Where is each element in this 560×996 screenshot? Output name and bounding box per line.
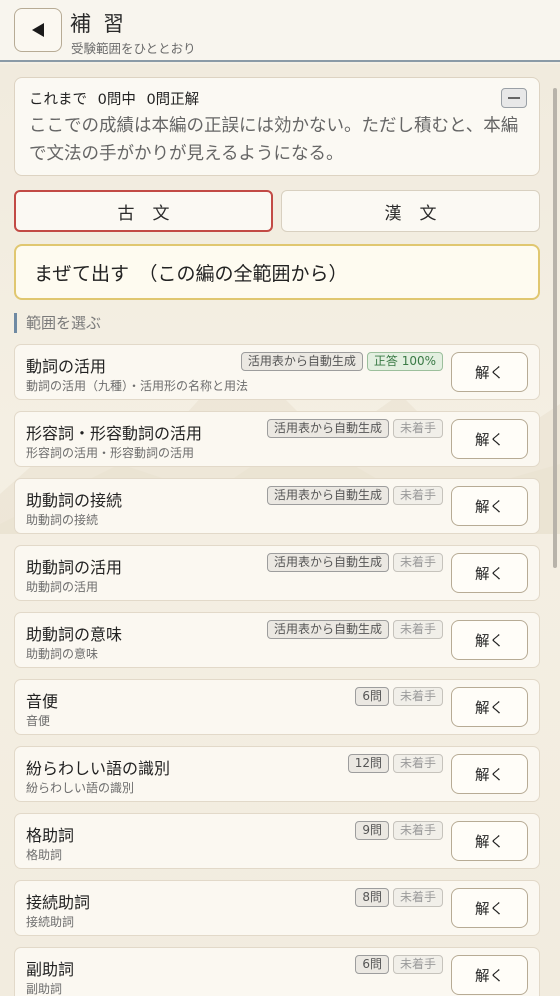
topic-title: 動詞の活用 [26, 357, 107, 376]
topic-row: 接続助詞 接続助詞 8問 未着手 解く [14, 880, 540, 936]
topic-row: 音便 音便 6問 未着手 解く [14, 679, 540, 735]
topic-description: 紛らわしい語の識別 [26, 781, 135, 795]
topic-description: 動詞の活用（九種）・活用形の名称と用法 [26, 379, 249, 393]
topic-badges: 9問 未着手 [355, 821, 443, 840]
status-badge: 未着手 [392, 955, 443, 974]
topic-description: 格助詞 [26, 848, 63, 862]
score-badge: 正答 100% [366, 352, 443, 371]
topic-row: 助動詞の活用 助動詞の活用 活用表から自動生成 未着手 解く [14, 545, 540, 601]
topic-badges: 6問 未着手 [355, 687, 443, 706]
info-badge: 9問 [355, 821, 389, 840]
status-badge: 未着手 [392, 754, 443, 773]
topic-title: 接続助詞 [26, 893, 91, 912]
topic-badges: 活用表から自動生成 正答 100% [240, 352, 443, 371]
solve-button[interactable]: 解く [451, 888, 528, 928]
topic-badges: 6問 未着手 [355, 955, 443, 974]
score-summary: これまで 0問中 0問正解 [29, 92, 200, 108]
status-badge: 未着手 [392, 687, 443, 706]
topic-row: 助動詞の接続 助動詞の接続 活用表から自動生成 未着手 解く [14, 478, 540, 534]
tab-kanbun[interactable]: 漢文 [281, 190, 540, 232]
back-arrow-icon [32, 23, 44, 37]
status-badge: 未着手 [392, 821, 443, 840]
info-badge: 8問 [355, 888, 389, 907]
topic-description: 形容詞の活用・形容動詞の活用 [26, 446, 195, 460]
topic-description: 接続助詞 [26, 915, 75, 929]
topic-row: 副助詞 副助詞 6問 未着手 解く [14, 947, 540, 996]
back-button[interactable] [14, 8, 62, 52]
topic-badges: 12問 未着手 [347, 754, 443, 773]
solve-button[interactable]: 解く [451, 821, 528, 861]
info-badge: 6問 [355, 687, 389, 706]
minus-icon [508, 97, 520, 99]
info-badge: 活用表から自動生成 [266, 486, 389, 505]
info-badge: 12問 [347, 754, 389, 773]
solve-button[interactable]: 解く [451, 955, 528, 995]
topic-title: 助動詞の活用 [26, 558, 123, 577]
topic-row: 格助詞 格助詞 9問 未着手 解く [14, 813, 540, 869]
page-title: 補習 [70, 12, 136, 36]
topic-badges: 活用表から自動生成 未着手 [266, 486, 443, 505]
status-badge: 未着手 [392, 553, 443, 572]
topic-badges: 活用表から自動生成 未着手 [266, 553, 443, 572]
topic-row: 動詞の活用動詞の活用（九種）・活用形の名称と用法 活用表から自動生成 正答 100%… [14, 344, 540, 400]
topic-row: 形容詞・形容動詞の活用形容詞の活用・形容動詞の活用 活用表から自動生成 未着手 解く [14, 411, 540, 467]
scrollbar[interactable] [553, 88, 557, 568]
page-subtitle: 受験範囲をひととおり [71, 41, 196, 56]
topic-badges: 8問 未着手 [355, 888, 443, 907]
topic-title: 副助詞 [26, 960, 75, 979]
info-badge: 6問 [355, 955, 389, 974]
status-badge: 未着手 [392, 620, 443, 639]
solve-button[interactable]: 解く [451, 687, 528, 727]
topic-description: 助動詞の意味 [26, 647, 99, 661]
topic-title: 助動詞の意味 [26, 625, 123, 644]
topic-badges: 活用表から自動生成 未着手 [266, 620, 443, 639]
topic-description: 副助詞 [26, 982, 63, 996]
section-heading: 範囲を選ぶ [14, 313, 101, 333]
topic-title: 音便 [26, 692, 59, 711]
solve-button[interactable]: 解く [451, 352, 528, 392]
solve-button[interactable]: 解く [451, 620, 528, 660]
topic-title: 格助詞 [26, 826, 75, 845]
status-badge: 未着手 [392, 419, 443, 438]
progress-summary-card: これまで 0問中 0問正解 ここでの成績は本編の正誤には効かない。ただし積むと、… [14, 77, 540, 176]
topic-row: 紛らわしい語の識別 紛らわしい語の識別 12問 未着手 解く [14, 746, 540, 802]
topic-description: 助動詞の接続 [26, 513, 99, 527]
status-badge: 未着手 [392, 486, 443, 505]
collapse-button[interactable] [501, 88, 527, 108]
solve-button[interactable]: 解く [451, 486, 528, 526]
topic-description: 音便 [26, 714, 51, 728]
app-header: 補習 受験範囲をひととおり [0, 0, 560, 62]
solve-button[interactable]: 解く [451, 754, 528, 794]
topic-row: 助動詞の意味 助動詞の意味 活用表から自動生成 未着手 解く [14, 612, 540, 668]
info-badge: 活用表から自動生成 [266, 553, 389, 572]
solve-button[interactable]: 解く [451, 419, 528, 459]
info-badge: 活用表から自動生成 [266, 419, 389, 438]
topic-title: 紛らわしい語の識別 [26, 759, 171, 778]
info-badge: 活用表から自動生成 [240, 352, 363, 371]
status-badge: 未着手 [392, 888, 443, 907]
topic-description: 助動詞の活用 [26, 580, 99, 594]
score-note: ここでの成績は本編の正誤には効かない。ただし積むと、本編で文法の手がかりが見える… [29, 116, 519, 164]
topic-badges: 活用表から自動生成 未着手 [266, 419, 443, 438]
solve-button[interactable]: 解く [451, 553, 528, 593]
topic-title: 助動詞の接続 [26, 491, 123, 510]
topic-title: 形容詞・形容動詞の活用 [26, 424, 203, 443]
info-badge: 活用表から自動生成 [266, 620, 389, 639]
tab-kobun[interactable]: 古文 [14, 190, 273, 232]
mixed-quiz-button[interactable]: まぜて出す （この編の全範囲から） [14, 244, 540, 300]
